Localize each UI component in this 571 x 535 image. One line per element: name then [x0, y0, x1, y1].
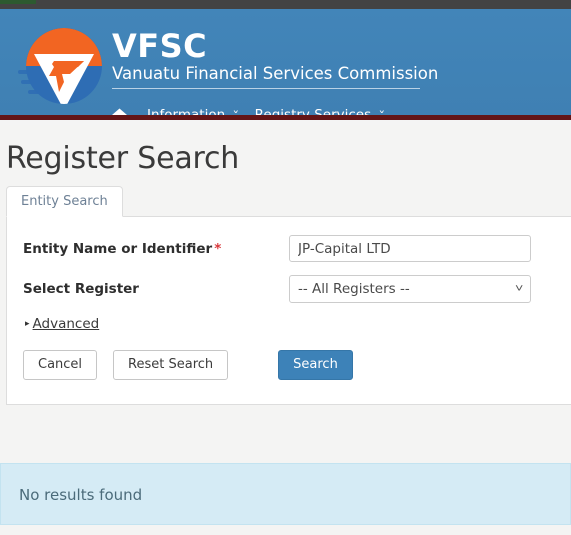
entity-name-label-text: Entity Name or Identifier	[23, 240, 213, 257]
browser-chrome-bar	[0, 0, 571, 9]
vfsc-shield-logo[interactable]	[18, 20, 110, 112]
form-row-select-register: Select Register -- All Registers -- ˅	[23, 275, 560, 303]
select-register-wrapper: -- All Registers -- ˅	[289, 275, 531, 303]
cancel-button[interactable]: Cancel	[23, 350, 98, 380]
search-form-card: Entity Name or Identifier* Select Regist…	[6, 217, 571, 405]
entity-name-input[interactable]	[289, 235, 531, 262]
nav-item-registry-services-label: Registry Services	[254, 107, 372, 120]
no-results-message: No results found	[0, 463, 571, 525]
advanced-toggle[interactable]: ▸ Advanced	[25, 316, 560, 332]
required-asterisk: *	[214, 240, 222, 257]
entity-name-label: Entity Name or Identifier *	[23, 241, 289, 257]
brand-block: VFSC Vanuatu Financial Services Commissi…	[112, 29, 442, 89]
form-button-row: Cancel Reset Search Search	[23, 350, 560, 380]
advanced-link-label[interactable]: Advanced	[33, 316, 100, 332]
brand-acronym: VFSC	[112, 27, 208, 65]
nav-item-information-label: Information	[147, 107, 226, 120]
triangle-right-icon: ▸	[25, 318, 30, 329]
nav-home-link[interactable]	[112, 108, 127, 115]
search-button[interactable]: Search	[278, 350, 353, 380]
home-icon	[112, 108, 127, 115]
chevron-down-icon: ˅	[378, 108, 386, 120]
tab-entity-search[interactable]: Entity Search	[6, 186, 123, 217]
select-register-label: Select Register	[23, 281, 139, 297]
site-header: VFSC Vanuatu Financial Services Commissi…	[0, 9, 571, 120]
results-spacer	[0, 405, 571, 463]
main-navigation: Information ˅ Registry Services ˅	[112, 105, 401, 120]
tab-strip: Entity Search	[6, 184, 571, 217]
brand-divider	[112, 88, 420, 89]
form-row-entity-name: Entity Name or Identifier *	[23, 235, 560, 262]
app-screen: VFSC Vanuatu Financial Services Commissi…	[0, 0, 571, 535]
nav-item-information[interactable]: Information ˅	[147, 107, 240, 120]
page-title: Register Search	[6, 141, 240, 176]
nav-item-registry-services[interactable]: Registry Services ˅	[254, 107, 386, 120]
browser-tab-accent	[0, 0, 36, 4]
chevron-down-icon: ˅	[232, 108, 240, 120]
select-register-dropdown[interactable]: -- All Registers --	[289, 275, 531, 303]
reset-search-button[interactable]: Reset Search	[113, 350, 229, 380]
page-body: Register Search Entity Search Entity Nam…	[0, 125, 571, 535]
brand-full-name: Vanuatu Financial Services Commission	[112, 64, 439, 83]
